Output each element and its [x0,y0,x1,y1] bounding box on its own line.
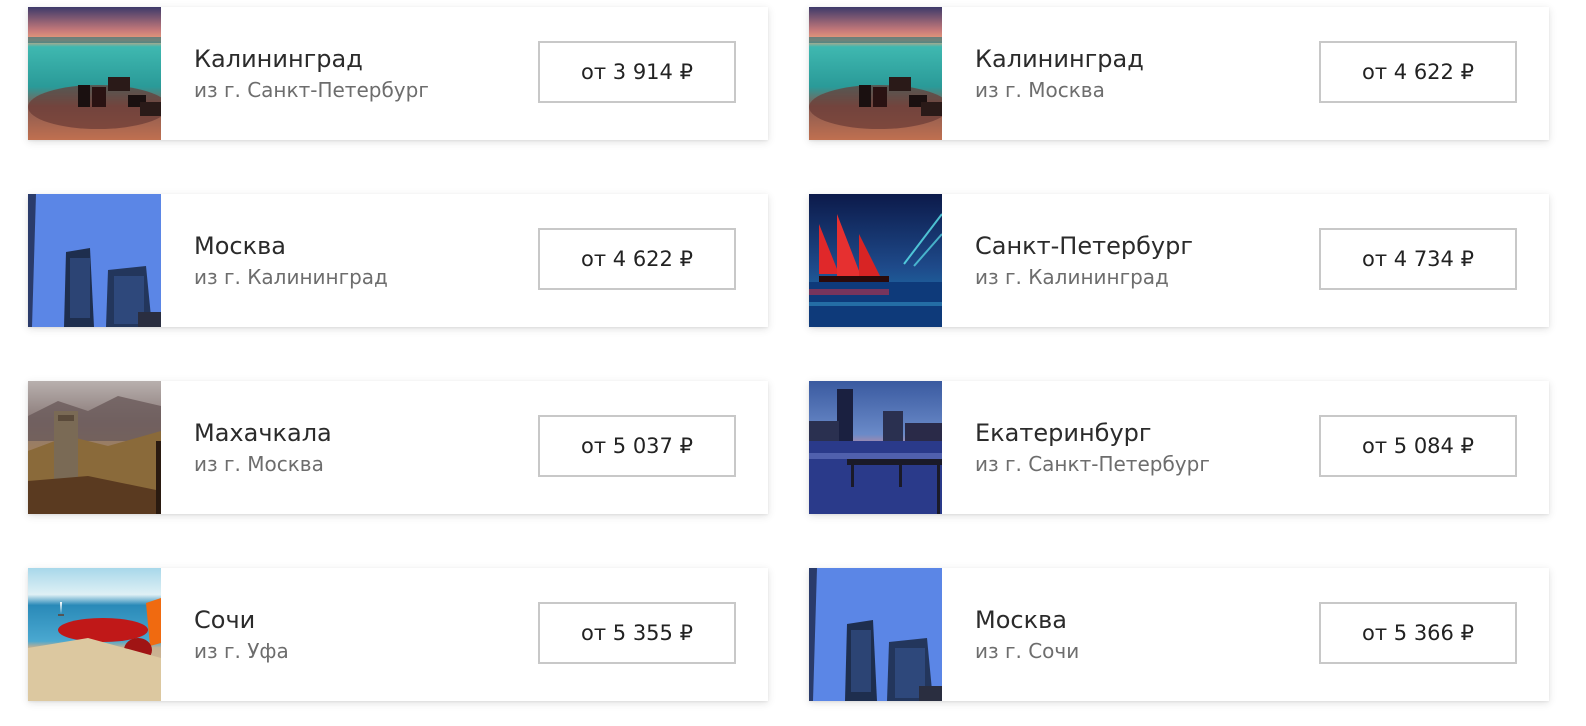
destination-card[interactable]: Калининград из г. Санкт-Петербург от 3 9… [28,7,768,140]
destination-photo-scarlet-sails [809,194,942,327]
destination-photo-skyscrapers [809,568,942,701]
destination-photo-skyscrapers [28,194,161,327]
destination-photo-mountain-tower [28,381,161,514]
price-button[interactable]: от 4 734 ₽ [1319,228,1517,290]
destination-photo-beach-rocks [809,7,942,140]
destination-photo-beach-sand [28,568,161,701]
destination-photo-city-pier [809,381,942,514]
price-button[interactable]: от 3 914 ₽ [538,41,736,103]
price-button[interactable]: от 5 084 ₽ [1319,415,1517,477]
price-button[interactable]: от 5 366 ₽ [1319,602,1517,664]
destination-photo-beach-rocks [28,7,161,140]
destination-grid: Калининград из г. Санкт-Петербург от 3 9… [28,7,1549,701]
destination-card[interactable]: Санкт-Петербург из г. Калининград от 4 7… [809,194,1549,327]
price-button[interactable]: от 4 622 ₽ [538,228,736,290]
price-button[interactable]: от 5 355 ₽ [538,602,736,664]
destination-card[interactable]: Калининград из г. Москва от 4 622 ₽ [809,7,1549,140]
destination-card[interactable]: Сочи из г. Уфа от 5 355 ₽ [28,568,768,701]
destination-card[interactable]: Екатеринбург из г. Санкт-Петербург от 5 … [809,381,1549,514]
destination-card[interactable]: Махачкала из г. Москва от 5 037 ₽ [28,381,768,514]
price-button[interactable]: от 5 037 ₽ [538,415,736,477]
destination-card[interactable]: Москва из г. Калининград от 4 622 ₽ [28,194,768,327]
price-button[interactable]: от 4 622 ₽ [1319,41,1517,103]
destination-card[interactable]: Москва из г. Сочи от 5 366 ₽ [809,568,1549,701]
